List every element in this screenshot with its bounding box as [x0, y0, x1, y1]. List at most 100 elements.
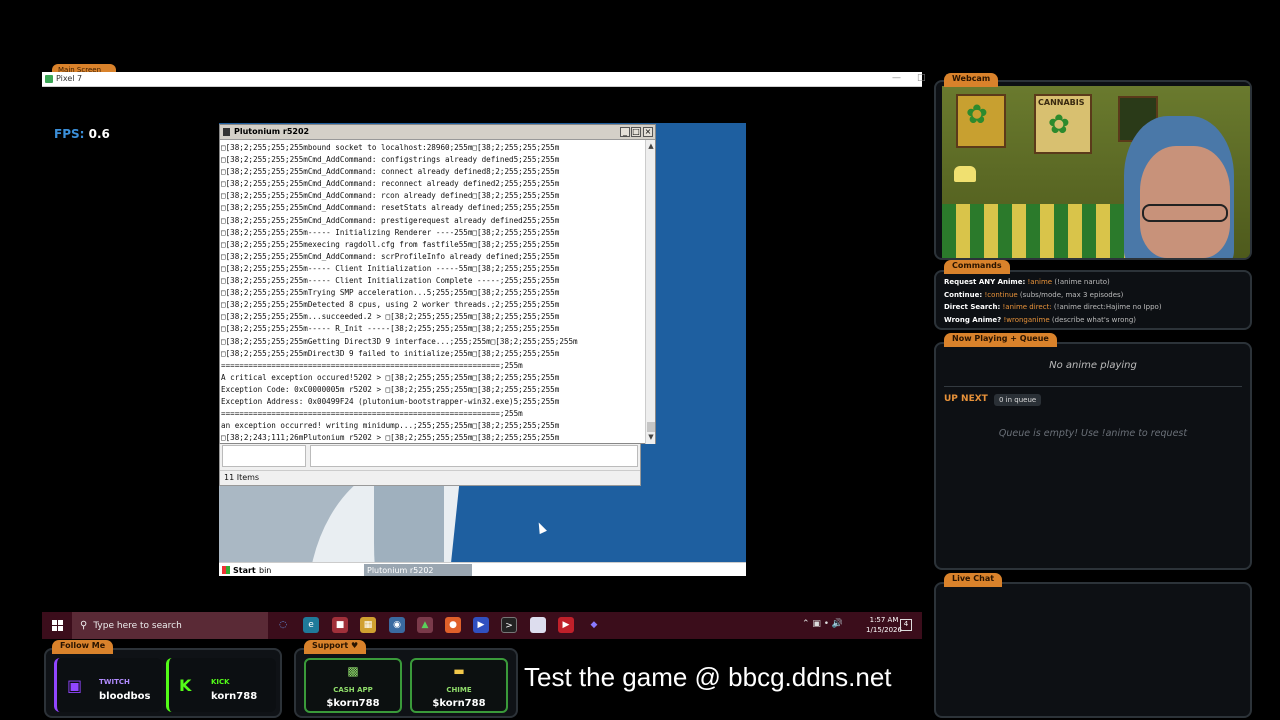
console-line: □[38;2;255;255;255mCmd_AddCommand: recon… — [221, 179, 560, 189]
console-line: □[38;2;255;255;255mDetected 8 cpus, usin… — [221, 300, 560, 310]
console-line: □[38;2;255;255;255m----- R_Init -----[38… — [221, 324, 560, 334]
clock-date: 1/15/2026 — [866, 626, 902, 634]
console-app-icon — [223, 128, 230, 136]
restore-icon[interactable]: □ — [917, 73, 926, 83]
console-line: □[38;2;255;255;255mCmd_AddCommand: conne… — [221, 167, 560, 177]
firefox-icon[interactable]: ● — [445, 617, 461, 633]
file-explorer-icon[interactable]: ▦ — [360, 617, 376, 633]
console-close-button[interactable]: × — [643, 127, 653, 137]
kick-username: korn788 — [211, 691, 258, 702]
minimize-icon[interactable]: — — [892, 73, 901, 83]
search-icon: ⚲ — [80, 620, 88, 631]
up-next-label: UP NEXT — [944, 394, 988, 404]
bed — [942, 204, 1142, 258]
console-line: □[38;2;255;255;255mCmd_AddCommand: scrPr… — [221, 251, 560, 261]
console-maximize-button[interactable]: □ — [631, 127, 641, 137]
command-key: Request ANY Anime: — [944, 278, 1026, 286]
emulated-taskbar: Start bin Plutonium r5202 — [219, 562, 746, 576]
console-line: A critical exception occured!5202 > □[38… — [221, 372, 560, 382]
console-window[interactable]: Plutonium r5202 _ □ × □[38;2;255;255;255… — [219, 124, 656, 444]
cortana-icon[interactable]: ◌ — [275, 617, 291, 633]
console-line: □[38;2;243;111;26mPlutonium r5202 > □[38… — [221, 433, 560, 443]
explorer-status-bar: 11 Items — [220, 470, 640, 485]
taskbar-clock[interactable]: 1:57 AM 1/15/2026 — [864, 615, 904, 635]
terminal-icon[interactable]: > — [501, 617, 517, 633]
leaf-icon-2: ✿ — [1048, 110, 1070, 140]
now-playing-panel: No anime playing UP NEXT 0 in queue Queu… — [934, 342, 1252, 570]
console-line: an exception occurred! writing minidump.… — [221, 421, 560, 431]
emulator-taskbar-icon[interactable]: ▲ — [417, 617, 433, 633]
start-button[interactable]: Start — [220, 564, 260, 576]
console-line: □[38;2;255;255;255mCmd_AddCommand: prest… — [221, 215, 560, 225]
app-icon-3[interactable]: ◆ — [586, 617, 602, 633]
console-line: □[38;2;255;255;255m----- Client Initiali… — [221, 276, 560, 286]
live-chat-panel — [934, 582, 1252, 718]
kick-label: KICK — [211, 678, 230, 686]
chrome-icon[interactable]: ◉ — [389, 617, 405, 633]
kick-icon: K — [179, 676, 192, 695]
twitch-label: TWITCH — [99, 678, 130, 686]
fps-counter: FPS: 0.6 — [54, 127, 110, 141]
command-desc: (describe what's wrong) — [1051, 315, 1136, 324]
console-titlebar[interactable]: Plutonium r5202 _ □ × — [220, 125, 655, 140]
console-line: □[38;2;255;255;255mCmd_AddCommand: confi… — [221, 155, 560, 165]
support-panel: ▩ CASH APP $korn788 ▬ CHIME $korn788 — [294, 648, 518, 718]
command-row: Direct Search: !anime direct: (!anime di… — [944, 301, 1242, 314]
kick-card[interactable]: K KICK korn788 — [166, 658, 276, 712]
taskbar-item-bin-label: bin — [259, 565, 272, 575]
console-line: □[38;2;255;255;255m----- Client Initiali… — [221, 263, 560, 273]
webcam-feed: ✿ CANNABIS ✿ — [942, 86, 1250, 258]
explorer-window[interactable]: 11 Items — [219, 440, 641, 486]
command-text: !anime direct: — [1002, 303, 1052, 312]
console-line: □[38;2;255;255;255mGetting Direct3D 9 in… — [221, 336, 578, 346]
system-tray-icons[interactable]: ⌃ ▣ • 🔊 — [802, 619, 843, 629]
taskbar-item-plutonium-label: Plutonium r5202 — [367, 565, 434, 575]
console-title: Plutonium r5202 — [234, 127, 310, 136]
console-line: □[38;2;255;255;255m----- Initializing Re… — [221, 227, 560, 237]
command-row: Continue: !continue (subs/mode, max 3 ep… — [944, 289, 1242, 302]
twitch-card[interactable]: ▣ TWITCH bloodbos — [54, 658, 162, 712]
edge-icon[interactable]: e — [303, 617, 319, 633]
leaf-icon: ✿ — [966, 100, 988, 130]
support-tab: Support ♥ — [304, 640, 367, 654]
explorer-pane-right — [310, 445, 638, 467]
command-key: Wrong Anime? — [944, 315, 1002, 324]
twitch-icon: ▣ — [67, 676, 83, 695]
taskbar-item-bin[interactable]: bin — [256, 564, 362, 576]
app-icon-1[interactable]: ■ — [332, 617, 348, 633]
notification-icon[interactable]: 4 — [900, 619, 912, 631]
console-minimize-button[interactable]: _ — [620, 127, 630, 137]
console-line: ========================================… — [221, 360, 523, 370]
live-chat-tab: Live Chat — [944, 573, 1003, 587]
queue-empty-message: Queue is empty! Use !anime to request — [998, 428, 1188, 439]
now-playing-tab: Now Playing + Queue — [944, 333, 1057, 347]
clock-time: 1:57 AM — [869, 616, 899, 624]
console-line: Exception Address: 0x00499F24 (plutonium… — [221, 396, 560, 406]
windows-start-icon[interactable] — [52, 620, 63, 631]
webcam-tab: Webcam — [944, 73, 999, 87]
commands-panel: Request ANY Anime: !anime (!anime naruto… — [934, 270, 1252, 330]
host-taskbar: ⚲ Type here to search ◌ e ■ ▦ ◉ ▲ ● ▶ > … — [42, 612, 922, 639]
scroll-up-icon[interactable]: ▲ — [646, 142, 656, 152]
webcam-panel: ✿ CANNABIS ✿ — [934, 80, 1252, 260]
console-scrollbar[interactable]: ▲ ▼ — [645, 140, 655, 444]
console-line: □[38;2;255;255;255mDirect3D 9 failed to … — [221, 348, 560, 358]
command-key: Continue: — [944, 290, 983, 299]
cash-icon: ▩ — [347, 664, 359, 678]
scroll-down-icon[interactable]: ▼ — [646, 433, 656, 443]
taskbar-item-plutonium[interactable]: Plutonium r5202 — [364, 564, 472, 576]
emulator-titlebar[interactable]: Pixel 7 — □ ✕ — [42, 72, 953, 87]
queue-count-badge: 0 in queue — [994, 394, 1042, 406]
console-line: □[38;2;255;255;255mexecing ragdoll.cfg f… — [221, 239, 560, 249]
app-icon-2[interactable]: ▶ — [473, 617, 489, 633]
now-playing-status: No anime playing — [1049, 360, 1137, 371]
command-desc: (subs/mode, max 3 episodes) — [1019, 290, 1124, 299]
chime-card[interactable]: ▬ CHIME $korn788 — [410, 658, 508, 713]
youtube-icon[interactable]: ▶ — [558, 617, 574, 633]
notepad-icon[interactable] — [530, 617, 546, 633]
chime-handle: $korn788 — [432, 698, 486, 709]
cashapp-card[interactable]: ▩ CASH APP $korn788 — [304, 658, 402, 713]
scroll-thumb[interactable] — [647, 422, 655, 432]
taskbar-search-box[interactable]: ⚲ Type here to search — [72, 612, 268, 639]
follow-tab: Follow Me — [52, 640, 114, 654]
